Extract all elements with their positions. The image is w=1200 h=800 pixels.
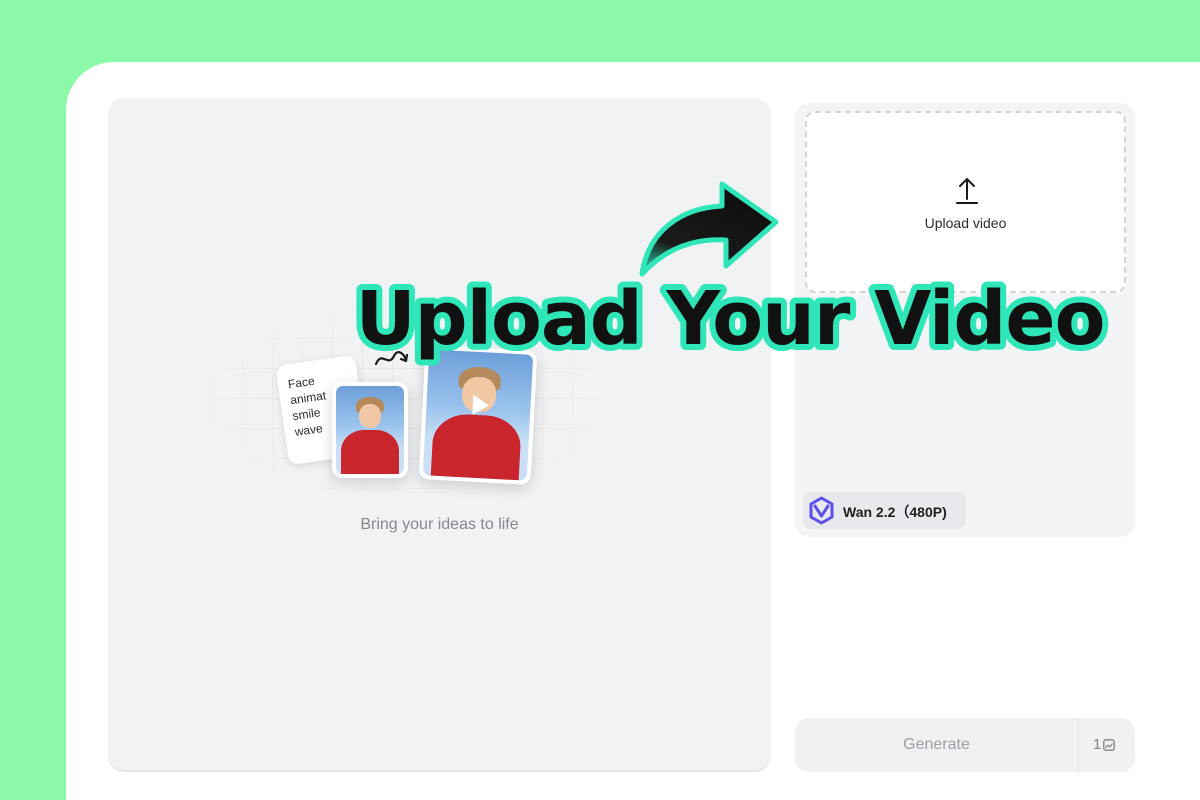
- person-body: [430, 412, 522, 481]
- model-selector[interactable]: Wan 2.2（480P): [803, 492, 966, 529]
- generation-hint: as to generate: [795, 305, 1135, 325]
- squiggle-arrow-icon: [374, 351, 409, 366]
- hint-prefix: as: [825, 305, 841, 322]
- credit-count: 1: [1093, 736, 1102, 753]
- image-credit-icon: [1103, 739, 1115, 751]
- preview-caption: Bring your ideas to life: [360, 516, 519, 533]
- wan-logo-icon: [805, 494, 838, 527]
- play-icon: [472, 394, 490, 416]
- curved-arrow-icon: [639, 181, 779, 277]
- hint-suffix: to generate: [1029, 305, 1105, 322]
- portrait-image: [336, 386, 404, 474]
- source-photo-card: [332, 382, 408, 478]
- settings-panel: Upload video as to generate Wan 2.2（480P…: [795, 103, 1135, 537]
- model-label: Wan 2.2（480P): [843, 504, 947, 520]
- person-body: [341, 430, 399, 474]
- generate-bar: Generate 1: [795, 718, 1135, 772]
- video-thumbnail: [422, 349, 534, 481]
- generate-button[interactable]: Generate: [795, 718, 1078, 772]
- upload-video-dropzone[interactable]: Upload video: [805, 111, 1126, 293]
- upload-arrow-icon: [956, 178, 978, 204]
- generate-divider: [1078, 718, 1079, 772]
- person-face: [359, 403, 381, 429]
- result-video-card: [418, 345, 538, 485]
- upload-video-label: Upload video: [924, 215, 1007, 231]
